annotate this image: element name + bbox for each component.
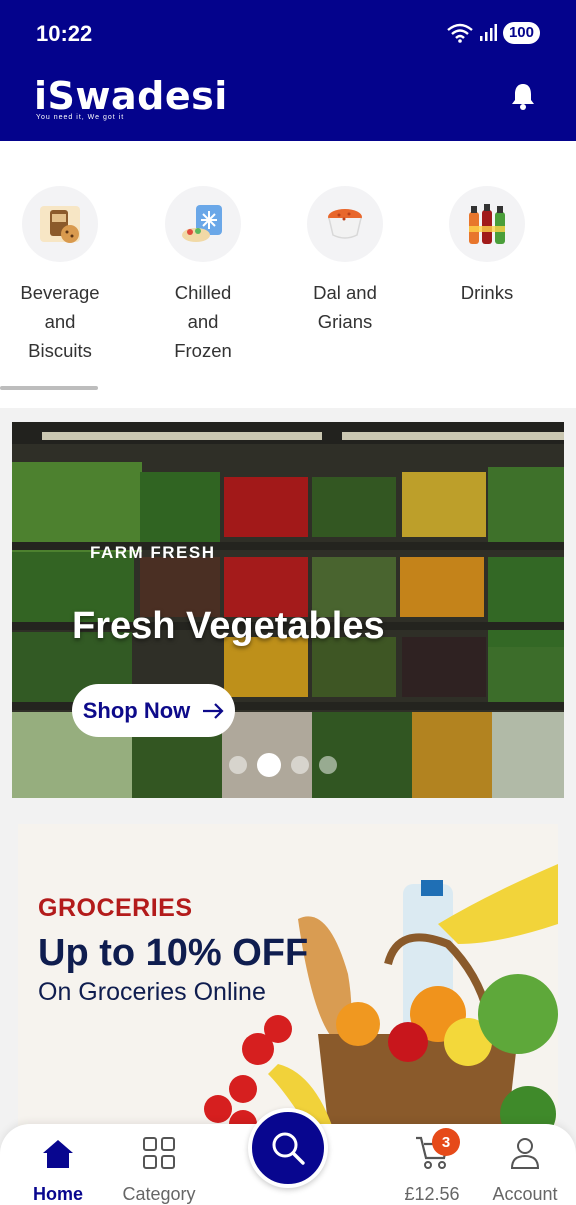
category-item-frozen[interactable]: Chilled and Frozen xyxy=(143,186,263,365)
arrow-right-icon xyxy=(203,702,224,719)
shop-now-button[interactable]: Shop Now xyxy=(72,684,235,737)
groceries-subtitle: On Groceries Online xyxy=(38,978,266,1006)
search-button[interactable] xyxy=(248,1108,328,1188)
app-header: 10:22 100 iSwadesi You need it, We got i… xyxy=(0,0,576,141)
search-icon xyxy=(272,1132,305,1165)
category-scroll-indicator[interactable] xyxy=(0,386,98,390)
groceries-offer: Up to 10% OFF xyxy=(38,932,309,974)
promo-banner-groceries[interactable]: GROCERIES Up to 10% OFF On Groceries Onl… xyxy=(18,824,558,1144)
banner-subtitle: FARM FRESH xyxy=(90,543,216,562)
app-logo[interactable]: iSwadesi You need it, We got it xyxy=(34,76,228,121)
status-time: 10:22 xyxy=(36,21,93,46)
nav-category-label: Category xyxy=(122,1184,196,1204)
category-label: Beverage and Biscuits xyxy=(20,282,100,361)
status-icons: 100 xyxy=(447,22,540,44)
category-item-drinks[interactable]: Drinks xyxy=(427,186,547,307)
nav-account[interactable]: Account xyxy=(470,1124,576,1205)
groceries-label: GROCERIES xyxy=(38,894,193,922)
category-label: Dal and Grians xyxy=(313,282,377,332)
grid-icon xyxy=(143,1137,175,1169)
beverage-icon xyxy=(22,186,98,262)
promo-banner-vegetables[interactable]: FARM FRESH Fresh Vegetables Shop Now xyxy=(12,422,564,798)
wifi-icon xyxy=(447,23,473,43)
battery-indicator: 100 xyxy=(502,22,540,44)
bell-icon[interactable] xyxy=(510,82,536,110)
category-label: Chilled and Frozen xyxy=(174,282,232,361)
nav-home-label: Home xyxy=(32,1184,83,1204)
banner-title: Fresh Vegetables xyxy=(72,605,385,647)
carousel-dot[interactable] xyxy=(319,756,337,774)
dal-icon xyxy=(307,186,383,262)
category-item-dal[interactable]: Dal and Grians xyxy=(285,186,405,336)
carousel-dot-active[interactable] xyxy=(257,753,281,777)
category-carousel[interactable]: Beverage and Biscuits Chilled and Frozen… xyxy=(0,141,576,408)
nav-account-label: Account xyxy=(492,1184,558,1204)
category-label: Drinks xyxy=(460,282,514,303)
drinks-icon xyxy=(449,186,525,262)
logo-wordmark: iSwadesi xyxy=(34,74,228,118)
status-bar: 10:22 100 xyxy=(0,0,576,66)
frozen-icon xyxy=(165,186,241,262)
shop-now-label: Shop Now xyxy=(82,697,191,723)
carousel-dot[interactable] xyxy=(229,756,247,774)
nav-category[interactable]: Category xyxy=(104,1124,214,1205)
nav-home[interactable]: Home xyxy=(3,1124,113,1205)
cart-count-badge: 3 xyxy=(432,1128,460,1156)
carousel-dot[interactable] xyxy=(291,756,309,774)
signal-icon xyxy=(479,24,497,41)
account-icon xyxy=(510,1138,540,1169)
category-item-beverage[interactable]: Beverage and Biscuits xyxy=(0,186,120,365)
carousel-dots xyxy=(229,753,337,777)
home-icon xyxy=(43,1140,73,1168)
